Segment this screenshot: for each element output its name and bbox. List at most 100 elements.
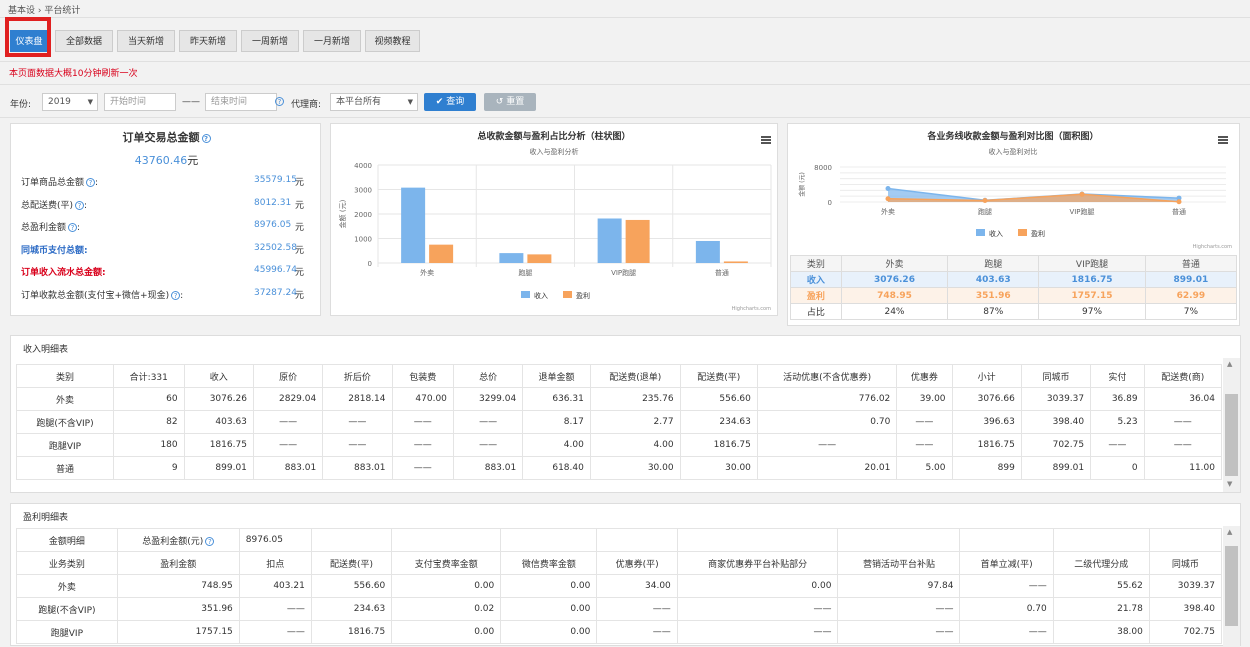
table-row: 外卖 60 3076.26 2829.04 2818.14 470.00 3299.04 63… [16,387,1223,411]
scrollbar-thumb[interactable] [1225,546,1238,626]
column-header: 总价 [452,364,524,388]
table-cell: 556.60 [679,387,758,411]
bar-收入[interactable] [695,240,720,263]
scroll-up-icon[interactable]: ▲ [1227,360,1232,368]
help-icon[interactable]: ? [75,200,85,210]
scroll-down-icon[interactable]: ▼ [1227,480,1232,488]
table-cell: 234.63 [310,597,393,621]
point-盈利[interactable] [982,197,988,203]
table-cell: 702.75 [1020,433,1092,457]
profit-table-title: 盈利明细表 [23,513,69,523]
table-row: 跑腿(不含VIP) 82 403.63 —— —— —— —— 8.17 2.77 234.63 0… [16,410,1223,434]
start-time-input[interactable]: 开始时间 [104,93,176,111]
table-cell: 62.99 [1144,287,1238,304]
summary-row-unit: 元 [295,200,305,211]
tab-week-new[interactable]: 一周新增 [241,30,299,52]
income-table-title: 收入明细表 [23,345,69,355]
scroll-up-icon[interactable]: ▲ [1227,528,1232,536]
help-icon[interactable]: ? [68,223,78,232]
end-time-input[interactable]: 结束时间 [205,93,277,111]
bar-盈利[interactable] [723,261,748,263]
summary-row-value: 35579.15 [254,175,297,185]
help-icon[interactable]: ? [86,178,96,187]
tab-all-data[interactable]: 全部数据 [55,30,113,52]
y-tick-label: 8000 [814,164,832,172]
y-axis-label: 金额 (元) [798,172,806,197]
column-header: 配送费(平) [310,551,393,575]
bar-收入[interactable] [401,187,426,263]
point-盈利[interactable] [1176,199,1182,205]
summary-row: 订单商品总金额?: 35579.15 元 [21,175,311,189]
summary-cell: 8976.05 [238,528,312,552]
table-cell: 3299.04 [452,387,524,411]
summary-title: 订单交易总金额? [11,129,322,145]
table-cell: 180 [112,433,185,457]
table-cell: 39.00 [896,387,953,411]
summary-row-label: 订单收入流水总金额: [21,268,106,278]
year-select[interactable]: 2019 ▼ [42,93,98,111]
table-cell: —— [252,433,324,457]
legend-label[interactable]: 收入 [989,229,1003,238]
profit-table: 金额明细 总盈利金额(元)? 8976.05 业务类别 盈利金额 扣点 配送费(平) 支付宝费… [16,528,1223,644]
bar-chart-subtitle: 收入与盈利分析 [530,147,579,156]
point-盈利[interactable] [1079,191,1085,197]
summary-row-unit: 元 [295,223,305,233]
summary-row: 订单收款总金额(支付宝+微信+现金)?: 37287.24 元 [21,288,311,302]
table-cell: 34.00 [596,574,678,598]
table-cell: —— [896,410,953,434]
point-收入[interactable] [885,186,891,192]
date-range-dash: —— [182,97,200,107]
bar-收入[interactable] [499,253,524,263]
table-cell: 5.23 [1090,410,1145,434]
table-cell: 0.70 [756,410,898,434]
column-header: 支付宝费率金额 [391,551,502,575]
column-header: 跑腿 [947,255,1040,272]
comparison-header-row: 类别 外卖 跑腿 VIP跑腿 普通 [790,255,1238,272]
table-cell: 0.02 [391,597,502,621]
point-盈利[interactable] [885,196,891,202]
profit-scrollbar[interactable]: ▲ [1223,526,1240,647]
profit-detail-panel: 盈利明细表 金额明细 总盈利金额(元)? 8976.05 业务类别 盈利金额 扣点 配送费(… [10,503,1241,647]
undo-icon: ↺ [495,97,504,107]
table-cell: 60 [112,387,185,411]
bar-收入[interactable] [597,218,622,263]
table-cell: 899.01 [183,456,254,480]
table-cell: 1816.75 [1038,271,1146,288]
table-cell: 0.00 [391,574,502,598]
breadcrumb-root[interactable]: 基本设 [8,6,35,16]
table-cell: —— [452,433,524,457]
tab-today-new[interactable]: 当天新增 [117,30,175,52]
table-cell: 1816.75 [951,433,1022,457]
reset-button[interactable]: ↺ 重置 [484,93,536,111]
legend-label[interactable]: 收入 [534,291,548,300]
agent-select[interactable]: 本平台所有 ▼ [330,93,418,111]
help-icon[interactable]: ? [205,536,215,546]
bar-盈利[interactable] [625,219,650,263]
table-cell: —— [1143,410,1223,434]
bar-盈利[interactable] [527,254,552,263]
help-icon[interactable]: ? [201,133,211,143]
chart-credit[interactable]: Highcharts.com [732,306,771,312]
chart-credit[interactable]: Highcharts.com [1193,244,1232,250]
table-cell: 4.00 [522,433,591,457]
column-header: 小计 [951,364,1022,388]
empty-cell [837,528,961,552]
income-detail-panel: 收入明细表 类别 合计:331 收入 原价 折后价 包装费 总价 退单金额 配送费(退单) 配送费… [10,335,1241,493]
help-icon[interactable]: ? [275,97,284,106]
help-icon[interactable]: ? [171,290,181,300]
scrollbar-thumb[interactable] [1225,394,1238,476]
bar-盈利[interactable] [429,244,454,263]
tab-yesterday-new[interactable]: 昨天新增 [179,30,237,52]
table-cell: 0.00 [500,597,598,621]
tab-video-tutorial[interactable]: 视频教程 [365,30,420,52]
tab-month-new[interactable]: 一月新增 [303,30,361,52]
income-scrollbar[interactable]: ▲ ▼ [1223,358,1240,492]
table-cell: 235.76 [589,387,681,411]
colon: : [77,223,81,233]
query-button[interactable]: ✔ 查询 [424,93,476,111]
chevron-down-icon: ▼ [87,98,93,106]
legend-label[interactable]: 盈利 [1031,229,1045,238]
table-cell: 55.62 [1052,574,1150,598]
table-cell: 398.40 [1148,597,1223,621]
legend-label[interactable]: 盈利 [576,291,590,300]
